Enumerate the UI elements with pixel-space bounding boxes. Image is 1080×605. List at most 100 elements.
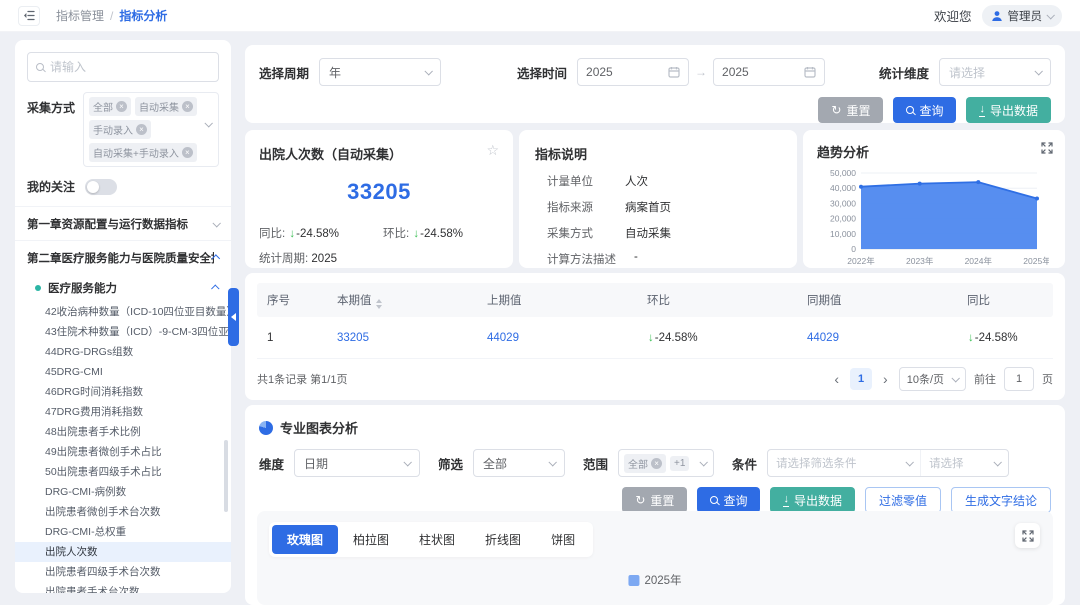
collect-method-label: 采集方式 (27, 92, 75, 167)
export-button[interactable]: ↓导出数据 (966, 97, 1051, 123)
page-number[interactable]: 1 (850, 368, 872, 390)
sort-icon[interactable] (376, 299, 382, 309)
sidebar-collapse-handle[interactable] (228, 288, 239, 346)
star-favorite-icon[interactable]: ☆ (486, 142, 499, 159)
sidebar-group-medical-capability[interactable]: 医疗服务能力 (15, 274, 231, 302)
previous-value-link[interactable]: 44029 (487, 332, 647, 344)
close-icon[interactable]: × (651, 458, 662, 469)
sidebar-item-selected[interactable]: 出院人次数 (15, 542, 231, 562)
refresh-icon: ↻ (831, 104, 841, 116)
an-query-button[interactable]: 查询 (697, 487, 760, 513)
tab-rose-chart[interactable]: 玫瑰图 (272, 525, 338, 554)
an-range-select[interactable]: 全部× +1 (618, 449, 714, 477)
trend-area-chart: 010,00020,00030,00040,00050,0002022年2023… (817, 163, 1049, 269)
stat-period: 统计周期: 2025 (259, 250, 499, 266)
close-icon[interactable]: × (136, 124, 147, 135)
chevron-down-icon (212, 219, 220, 227)
sidebar-item[interactable]: 45DRG-CMI (15, 362, 231, 382)
generate-text-button[interactable]: 生成文字结论 (951, 487, 1051, 513)
sidebar-item[interactable]: 48出院患者手术比例 (15, 422, 231, 442)
refresh-icon: ↻ (635, 494, 645, 506)
chevron-down-icon (1046, 11, 1054, 19)
chevron-down-icon[interactable] (204, 119, 212, 127)
metric-title: 出院人次数（自动采集） (259, 144, 499, 163)
my-follow-toggle[interactable] (85, 179, 117, 195)
sidebar-item[interactable]: 49出院患者微创手术占比 (15, 442, 231, 462)
an-dimension-select[interactable]: 日期 (294, 449, 420, 477)
close-icon[interactable]: × (182, 101, 193, 112)
chevron-down-icon (994, 458, 1002, 466)
breadcrumb-root[interactable]: 指标管理 (56, 7, 104, 24)
current-value-link[interactable]: 33205 (337, 332, 487, 344)
tag-auto-manual[interactable]: 自动采集+手动录入× (89, 143, 197, 162)
svg-text:0: 0 (851, 244, 856, 254)
time-start-input[interactable]: 2025 (577, 58, 689, 86)
sidebar-item[interactable]: 46DRG时间消耗指数 (15, 382, 231, 402)
sidebar-chapter-1[interactable]: 第一章资源配置与运行数据指标 (15, 206, 231, 240)
calendar-icon (668, 66, 680, 78)
pie-chart-icon (259, 421, 273, 435)
tab-line-chart[interactable]: 折线图 (470, 525, 536, 554)
sidebar-item[interactable]: DRG-CMI-病例数 (15, 482, 231, 502)
svg-text:2022年: 2022年 (847, 256, 875, 266)
sidebar-item[interactable]: 出院患者四级手术台次数 (15, 562, 231, 582)
filter-zero-button[interactable]: 过滤零值 (865, 487, 941, 513)
sidebar-collapse-icon[interactable] (18, 6, 40, 26)
chart-type-tabs: 玫瑰图 柏拉图 柱状图 折线图 饼图 (269, 522, 593, 557)
an-export-button[interactable]: ↓导出数据 (770, 487, 855, 513)
sidebar-item[interactable]: 出院患者微创手术台次数 (15, 502, 231, 522)
period-select[interactable]: 年 (319, 58, 441, 86)
fullscreen-icon[interactable] (1041, 142, 1053, 157)
search-input[interactable] (50, 60, 210, 74)
row-index: 1 (267, 332, 337, 344)
prev-page-icon[interactable]: ‹ (831, 371, 842, 387)
chevron-down-icon (951, 374, 959, 382)
page-size-select[interactable]: 10条/页 (899, 367, 966, 391)
an-filter-select[interactable]: 全部 (473, 449, 565, 477)
reset-button[interactable]: ↻重置 (818, 97, 883, 123)
sidebar: 采集方式 全部× 自动采集× 手动录入× 自动采集+手动录入× 我的关注 第一章… (15, 40, 231, 593)
page-unit: 页 (1042, 371, 1053, 387)
tab-pie-chart[interactable]: 饼图 (536, 525, 590, 554)
chart-legend[interactable]: 2025年 (628, 572, 681, 588)
an-condition-select[interactable]: 请选择筛选条件 请选择 (767, 449, 1009, 477)
metric-value: 33205 (259, 179, 499, 205)
dimension-label: 统计维度 (879, 63, 929, 82)
close-icon[interactable]: × (116, 101, 127, 112)
sidebar-chapter-2[interactable]: 第二章医疗服务能力与医院质量安全指标 (15, 240, 231, 274)
sidebar-item[interactable]: 44DRG-DRGs组数 (15, 342, 231, 362)
search-icon (906, 106, 914, 114)
download-icon: ↓ (783, 494, 789, 507)
tab-pareto-chart[interactable]: 柏拉图 (338, 525, 404, 554)
download-icon: ↓ (979, 104, 985, 117)
close-icon[interactable]: × (182, 147, 193, 158)
svg-text:30,000: 30,000 (830, 198, 856, 208)
user-menu[interactable]: 管理员 (982, 5, 1063, 27)
tag-manual[interactable]: 手动录入× (89, 120, 151, 139)
sidebar-item[interactable]: 43住院术种数量（ICD）-9-CM-3四位亚目数量 (15, 322, 231, 342)
sidebar-scrollbar[interactable] (224, 440, 228, 512)
same-period-link[interactable]: 44029 (807, 332, 967, 344)
sidebar-item[interactable]: DRG-CMI-总权重 (15, 522, 231, 542)
tag-auto[interactable]: 自动采集× (135, 97, 197, 116)
time-label: 选择时间 (517, 63, 567, 82)
fullscreen-icon[interactable] (1015, 523, 1040, 548)
collect-method-select[interactable]: 全部× 自动采集× 手动录入× 自动采集+手动录入× (83, 92, 219, 167)
breadcrumb-current[interactable]: 指标分析 (119, 7, 167, 24)
tag-all[interactable]: 全部× (89, 97, 131, 116)
time-end-input[interactable]: 2025 (713, 58, 825, 86)
tab-bar-chart[interactable]: 柱状图 (404, 525, 470, 554)
next-page-icon[interactable]: › (880, 371, 891, 387)
an-reset-button[interactable]: ↻重置 (622, 487, 687, 513)
sidebar-item[interactable]: 42收治病种数量（ICD-10四位亚目数量） (15, 302, 231, 322)
dimension-select[interactable]: 请选择 (939, 58, 1051, 86)
svg-text:10,000: 10,000 (830, 229, 856, 239)
query-button[interactable]: 查询 (893, 97, 956, 123)
chevron-down-icon (1034, 67, 1042, 75)
sidebar-item[interactable]: 50出院患者四级手术占比 (15, 462, 231, 482)
goto-page-input[interactable]: 1 (1004, 367, 1034, 391)
desc-row: 计算方法描述- (535, 251, 781, 267)
metric-card: 出院人次数（自动采集） ☆ 33205 同比: ↓-24.58% 环比: ↓-2… (245, 130, 513, 268)
sidebar-item[interactable]: 出院患者手术台次数 (15, 582, 231, 593)
sidebar-item[interactable]: 47DRG费用消耗指数 (15, 402, 231, 422)
